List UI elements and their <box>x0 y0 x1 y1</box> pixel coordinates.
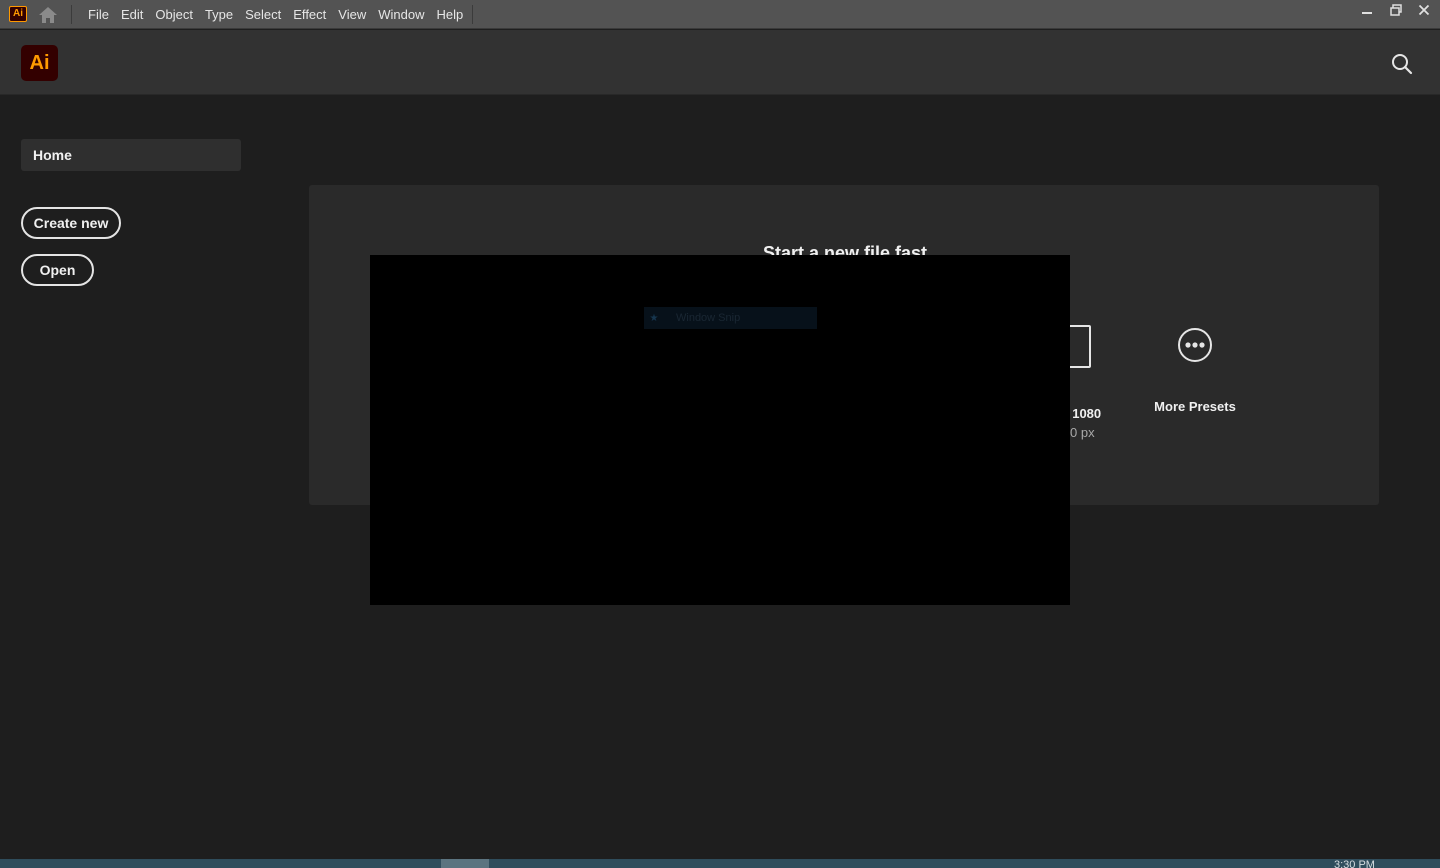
taskbar: 3:30 PM <box>0 859 1440 868</box>
more-presets-label: More Presets <box>1154 399 1236 414</box>
snip-toolbar[interactable]: ★ Window Snip <box>644 307 817 329</box>
menu-object[interactable]: Object <box>149 0 199 29</box>
app-logo-icon: Ai <box>9 6 27 22</box>
menu-bar: Ai File Edit Object Type Select Effect V… <box>0 0 1440 29</box>
restore-button[interactable] <box>1383 1 1409 19</box>
snip-icon: ★ <box>649 312 659 324</box>
menu-view[interactable]: View <box>332 0 372 29</box>
snip-label: Window Snip <box>676 312 741 324</box>
menu-help[interactable]: Help <box>430 0 469 29</box>
menu-separator <box>472 5 473 24</box>
menu-file[interactable]: File <box>82 0 115 29</box>
search-icon[interactable] <box>1389 51 1415 77</box>
home-icon[interactable] <box>37 5 59 25</box>
more-presets-button[interactable]: More Presets <box>1145 327 1245 414</box>
window-snip-overlay[interactable]: ★ Window Snip <box>370 255 1070 605</box>
menu-items: File Edit Object Type Select Effect View… <box>82 0 469 29</box>
taskbar-active-app[interactable] <box>441 859 489 868</box>
menu-type[interactable]: Type <box>199 0 239 29</box>
app-header: Ai <box>0 30 1440 95</box>
menu-separator <box>71 5 72 24</box>
menu-window[interactable]: Window <box>372 0 430 29</box>
taskbar-clock[interactable]: 3:30 PM <box>1334 860 1375 868</box>
menu-effect[interactable]: Effect <box>287 0 332 29</box>
menu-edit[interactable]: Edit <box>115 0 149 29</box>
close-button[interactable] <box>1411 1 1437 19</box>
ellipsis-circle-icon <box>1178 328 1212 362</box>
menu-select[interactable]: Select <box>239 0 287 29</box>
open-button[interactable]: Open <box>21 254 94 286</box>
illustrator-logo: Ai <box>21 45 58 81</box>
create-new-button[interactable]: Create new <box>21 207 121 239</box>
sidebar-item-home[interactable]: Home <box>21 139 241 171</box>
minimize-button[interactable] <box>1354 1 1380 19</box>
